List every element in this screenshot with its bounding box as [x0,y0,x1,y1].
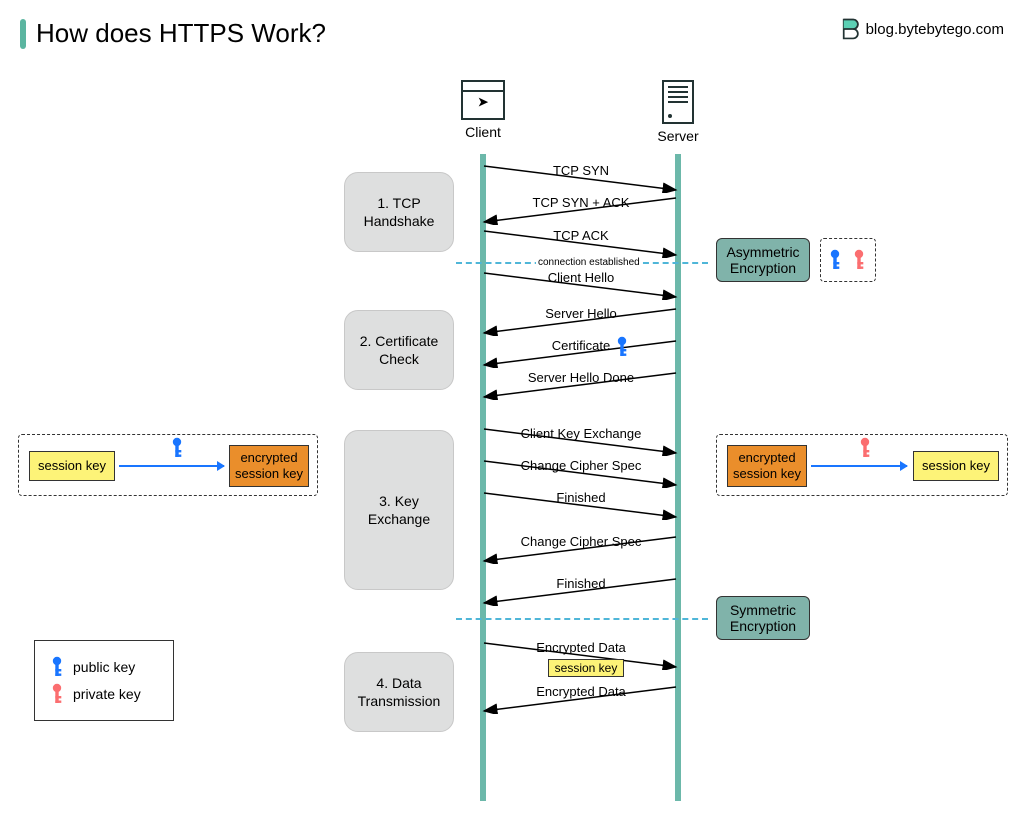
msg-encdata1: Encrypted Data [486,640,676,655]
session-key-box: session key [29,451,115,481]
server-icon [662,80,694,124]
actor-server-label: Server [650,128,706,144]
private-key-icon [857,437,873,459]
private-key-icon [49,683,65,705]
legend-private-label: private key [73,686,141,702]
phase-data-transmission: 4. Data Transmission [344,652,454,732]
legend: public key private key [34,640,174,721]
msg-ccs2: Change Cipher Spec [486,534,676,549]
legend-public-label: public key [73,659,135,675]
actor-client: ➤ Client [450,80,516,140]
public-key-icon [827,249,843,271]
session-key-box: session key [913,451,999,481]
encrypt-arrow-left [119,465,224,467]
page-title-bar: How does HTTPS Work? [20,18,326,49]
divider-symmetric [456,618,708,620]
title-accent [20,19,26,49]
decrypt-arrow-right [811,465,907,467]
encrypted-session-key-box: encrypted session key [229,445,309,487]
browser-icon: ➤ [461,80,505,120]
server-keyexchange-group: encrypted session key session key [716,434,1008,496]
phase-key-exchange: 3. Key Exchange [344,430,454,590]
private-key-icon [851,249,867,271]
actor-server: Server [650,80,706,144]
page-title: How does HTTPS Work? [36,18,326,49]
symmetric-encryption-box: Symmetric Encryption [716,596,810,640]
lifeline-server [675,154,681,801]
msg-tcp-ack: TCP ACK [486,228,676,243]
msg-finished1: Finished [486,490,676,505]
public-key-icon [49,656,65,678]
brand-logo-icon [840,18,860,40]
divider-label-1: connection established [536,257,642,268]
session-key-inline: session key [548,659,624,677]
legend-public-key: public key [49,656,159,678]
msg-tcp-syn: TCP SYN [486,163,676,178]
encrypted-session-key-box: encrypted session key [727,445,807,487]
msg-server-hello: Server Hello [486,306,676,321]
client-keyexchange-group: session key encrypted session key [18,434,318,496]
lifeline-client [480,154,486,801]
phase-tcp-handshake: 1. TCP Handshake [344,172,454,252]
brand-label: blog.bytebytego.com [840,18,1004,40]
brand-text: blog.bytebytego.com [866,21,1004,38]
msg-encdata2: Encrypted Data [486,684,676,699]
msg-client-hello: Client Hello [486,270,676,285]
asym-keys-group [820,238,876,282]
msg-certificate: Certificate [486,338,676,353]
msg-tcp-synack: TCP SYN + ACK [486,195,676,210]
public-key-icon [614,336,630,358]
actor-client-label: Client [450,124,516,140]
msg-server-hello-done: Server Hello Done [486,370,676,385]
legend-private-key: private key [49,683,159,705]
phase-certificate-check: 2. Certificate Check [344,310,454,390]
msg-finished2: Finished [486,576,676,591]
msg-client-key-ex: Client Key Exchange [486,426,676,441]
public-key-icon [169,437,185,459]
msg-ccs1: Change Cipher Spec [486,458,676,473]
asymmetric-encryption-box: Asymmetric Encryption [716,238,810,282]
